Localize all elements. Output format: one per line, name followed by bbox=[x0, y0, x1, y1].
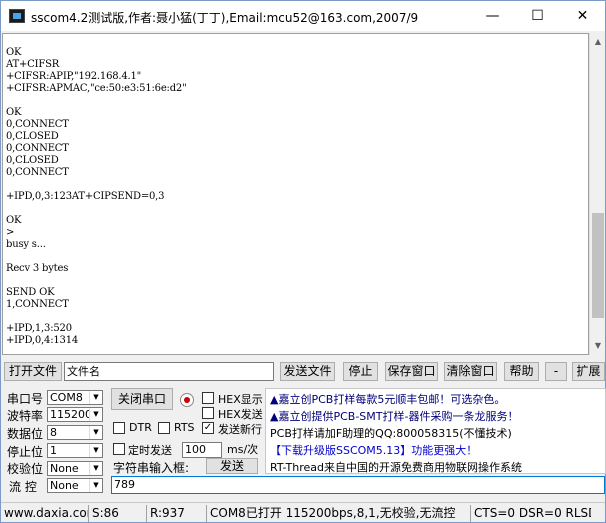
ad-line-2[interactable]: ▲嘉立创提供PCB-SMT打样-器件采购一条龙服务！ bbox=[270, 408, 518, 424]
rts-checkbox[interactable] bbox=[158, 422, 170, 434]
timed-unit-label: ms/次 bbox=[227, 443, 259, 456]
modem-lines-status: CTS=0 DSR=0 RLSD bbox=[474, 506, 591, 520]
chevron-down-icon[interactable]: ▼ bbox=[89, 408, 102, 421]
input-label: 字符串输入框: bbox=[113, 461, 190, 475]
rts-label: RTS bbox=[174, 421, 195, 434]
title-bar: sscom4.2测试版,作者:聂小猛(丁丁),Email:mcu52@163.c… bbox=[1, 1, 605, 31]
sent-count: S:86 bbox=[89, 505, 147, 522]
port-status-text: COM8已打开 115200bps,8,1,无校验,无流控 bbox=[207, 505, 471, 522]
flow-label: 流 控 bbox=[9, 480, 37, 494]
send-button[interactable]: 发送 bbox=[206, 458, 258, 474]
timed-interval-input[interactable]: 100 bbox=[182, 442, 222, 458]
stopbits-label: 停止位 bbox=[7, 445, 44, 459]
stopbits-value: 1 bbox=[50, 444, 57, 457]
chevron-down-icon[interactable]: ▼ bbox=[89, 391, 102, 404]
port-value: COM8 bbox=[50, 391, 83, 404]
expand-button[interactable]: 扩展 bbox=[572, 362, 605, 381]
file-toolbar: 打开文件 文件名 发送文件 停止 保存窗口 清除窗口 帮助 - 扩展 bbox=[1, 362, 605, 382]
scroll-down-icon[interactable]: ▼ bbox=[593, 341, 603, 351]
baud-value: 115200 bbox=[50, 408, 92, 421]
databits-select[interactable]: 8 ▼ bbox=[47, 425, 103, 440]
filename-input[interactable]: 文件名 bbox=[64, 362, 274, 381]
ad-line-1[interactable]: ▲嘉立创PCB打样每款5元顺丰包邮！可选杂色。 bbox=[270, 391, 505, 407]
stop-button[interactable]: 停止 bbox=[343, 362, 378, 381]
parity-value: None bbox=[50, 462, 79, 475]
send-string-input[interactable]: 789 bbox=[111, 476, 605, 494]
status-bar: www.daxia.com S:86 R:937 COM8已打开 115200b… bbox=[1, 502, 605, 522]
received-count: R:937 bbox=[147, 505, 207, 522]
scrollbar-thumb[interactable] bbox=[592, 213, 604, 318]
receive-window[interactable]: OK AT+CIFSR +CIFSR:APIP,"192.168.4.1" +C… bbox=[2, 33, 589, 355]
dtr-checkbox[interactable] bbox=[113, 422, 125, 434]
dtr-label: DTR bbox=[129, 421, 152, 434]
port-label: 串口号 bbox=[7, 392, 44, 406]
app-icon bbox=[9, 9, 25, 23]
baud-select[interactable]: 115200 ▼ bbox=[47, 407, 103, 422]
collapse-button[interactable]: - bbox=[545, 362, 567, 381]
minimize-button[interactable]: — bbox=[470, 1, 515, 31]
receive-text: OK AT+CIFSR +CIFSR:APIP,"192.168.4.1" +C… bbox=[6, 47, 187, 346]
save-window-button[interactable]: 保存窗口 bbox=[385, 362, 438, 381]
website-link[interactable]: www.daxia.com bbox=[1, 505, 89, 522]
ad-line-3[interactable]: PCB打样请加F助理的QQ:800058315(不懂技术) bbox=[270, 425, 512, 441]
flow-select[interactable]: None ▼ bbox=[47, 478, 103, 493]
databits-value: 8 bbox=[50, 426, 57, 439]
ad-line-4[interactable]: 【下载升级版SSCOM5.13】功能更强大！ bbox=[270, 442, 477, 458]
databits-label: 数据位 bbox=[7, 427, 44, 441]
send-newline-label: 发送新行 bbox=[218, 423, 262, 436]
flow-value: None bbox=[50, 479, 79, 492]
hex-display-label: HEX显示 bbox=[218, 393, 263, 406]
ad-line-5[interactable]: RT-Thread来自中国的开源免费商用物联网操作系统 bbox=[270, 459, 522, 473]
hex-display-checkbox[interactable] bbox=[202, 392, 214, 404]
baud-label: 波特率 bbox=[7, 409, 44, 423]
maximize-button[interactable]: ☐ bbox=[515, 1, 560, 31]
window-title: sscom4.2测试版,作者:聂小猛(丁丁),Email:mcu52@163.c… bbox=[31, 11, 419, 25]
help-button[interactable]: 帮助 bbox=[504, 362, 539, 381]
hex-send-label: HEX发送 bbox=[218, 408, 263, 421]
chevron-down-icon[interactable]: ▼ bbox=[89, 479, 102, 492]
chevron-down-icon[interactable]: ▼ bbox=[89, 462, 102, 475]
app-window: sscom4.2测试版,作者:聂小猛(丁丁),Email:mcu52@163.c… bbox=[0, 0, 606, 523]
close-port-button[interactable]: 关闭串口 bbox=[111, 388, 173, 410]
chevron-down-icon[interactable]: ▼ bbox=[89, 426, 102, 439]
port-status-indicator-icon bbox=[180, 393, 194, 407]
timed-send-checkbox[interactable] bbox=[113, 443, 125, 455]
hex-send-checkbox[interactable] bbox=[202, 407, 214, 419]
scroll-up-icon[interactable]: ▲ bbox=[593, 37, 603, 47]
close-button[interactable]: ✕ bbox=[560, 1, 605, 31]
stopbits-select[interactable]: 1 ▼ bbox=[47, 443, 103, 458]
parity-select[interactable]: None ▼ bbox=[47, 461, 103, 476]
send-file-button[interactable]: 发送文件 bbox=[280, 362, 335, 381]
port-select[interactable]: COM8 ▼ bbox=[47, 390, 103, 405]
parity-label: 校验位 bbox=[7, 462, 44, 476]
open-file-button[interactable]: 打开文件 bbox=[4, 362, 62, 381]
vertical-scrollbar[interactable]: ▲ ▼ bbox=[589, 33, 605, 355]
chevron-down-icon[interactable]: ▼ bbox=[89, 444, 102, 457]
ad-panel: ▲嘉立创PCB打样每款5元顺丰包邮！可选杂色。 ▲嘉立创提供PCB-SMT打样-… bbox=[265, 388, 606, 474]
send-newline-checkbox[interactable]: ✓ bbox=[202, 422, 214, 434]
timed-send-label: 定时发送 bbox=[128, 444, 172, 457]
clear-window-button[interactable]: 清除窗口 bbox=[444, 362, 497, 381]
